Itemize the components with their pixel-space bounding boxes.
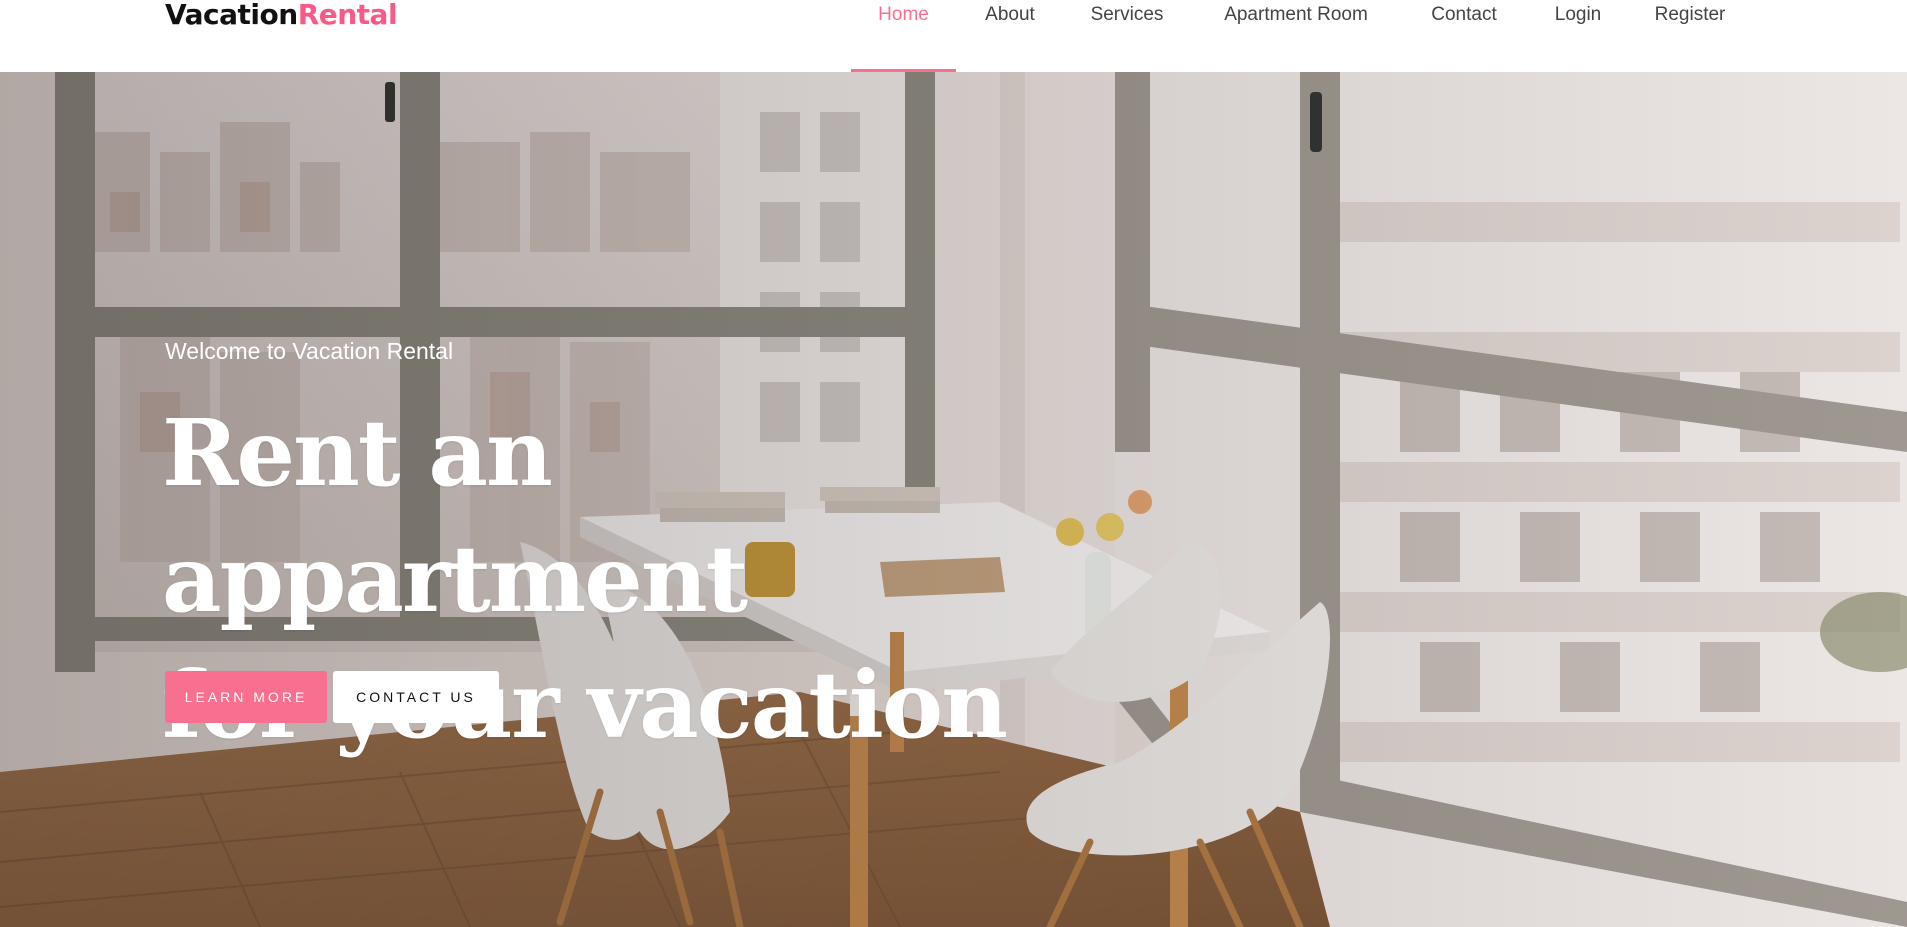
hero-subtitle: Welcome to Vacation Rental [165, 338, 454, 364]
nav-item-label: Register [1654, 4, 1726, 25]
nav-item-label: Home [878, 4, 929, 25]
nav-item-label: Apartment Room [1224, 4, 1368, 25]
nav-item-login[interactable]: Login [1548, 0, 1608, 72]
learn-more-button[interactable]: LEARN MORE [165, 671, 327, 723]
nav-item-label: Services [1090, 4, 1164, 25]
nav-item-services[interactable]: Services [1082, 0, 1172, 72]
nav-item-about[interactable]: About [975, 0, 1045, 72]
logo-text-primary: Vacation [165, 0, 298, 31]
nav-item-label: About [985, 4, 1035, 25]
hero-section: Welcome to Vacation Rental Rent an appar… [0, 72, 1907, 927]
nav-item-register[interactable]: Register [1648, 0, 1732, 72]
contact-us-button[interactable]: CONTACT US [333, 671, 499, 723]
nav-item-apartment-room[interactable]: Apartment Room [1212, 0, 1380, 72]
logo-text-accent: Rental [297, 0, 398, 31]
nav-item-label: Contact [1431, 4, 1497, 25]
site-header: VacationRental Home About Services Apart… [0, 0, 1907, 72]
active-indicator [851, 69, 956, 72]
nav-item-label: Login [1554, 4, 1602, 25]
site-logo[interactable]: VacationRental [165, 0, 398, 33]
hero-headline-line1: Rent an appartment [162, 399, 748, 633]
nav-item-contact[interactable]: Contact [1418, 0, 1510, 72]
nav-item-home[interactable]: Home [851, 0, 956, 72]
